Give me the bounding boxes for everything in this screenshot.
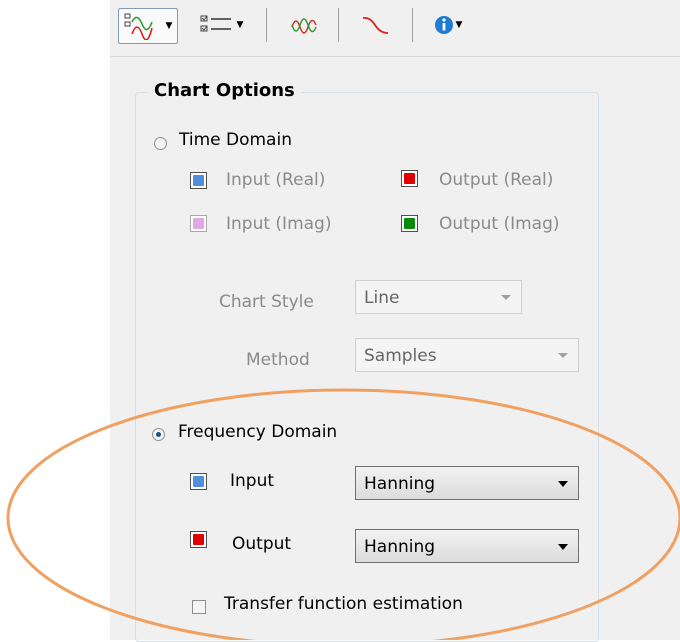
highlight-ellipse (6, 388, 680, 640)
highlight-ellipse-annotation (6, 388, 680, 640)
